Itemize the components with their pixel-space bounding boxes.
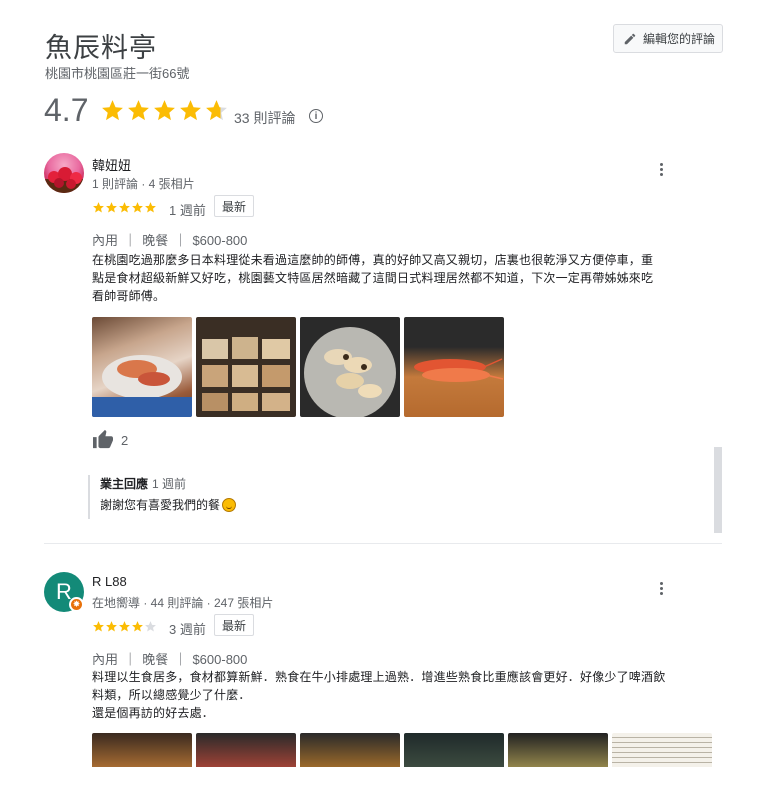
reviewer-meta: 在地嚮導 · 44 則評論 · 247 張相片 bbox=[92, 596, 274, 610]
star-icon bbox=[132, 202, 143, 213]
review-photo[interactable] bbox=[92, 317, 192, 417]
more-options-icon[interactable] bbox=[655, 580, 667, 598]
reviewer-name[interactable]: 韓妞妞 bbox=[92, 155, 131, 174]
review-time: 3 週前 bbox=[169, 622, 206, 637]
review-photo[interactable] bbox=[300, 733, 400, 767]
review-count[interactable]: 33 則評論 bbox=[234, 108, 295, 128]
review-photo[interactable] bbox=[508, 733, 608, 767]
review-text: 料理以生食居多，食材都算新鮮．熟食在牛小排處理上過熟．增進些熟食比重應該會更好．… bbox=[92, 670, 666, 720]
owner-response-body: 謝謝您有喜愛我們的餐 bbox=[100, 496, 237, 513]
avatar[interactable]: R ✸ bbox=[44, 572, 84, 612]
more-options-icon[interactable] bbox=[655, 161, 667, 179]
pencil-icon bbox=[624, 33, 636, 44]
dine-info: 內用 ｜ 晚餐 ｜ $600-800 bbox=[92, 233, 248, 248]
reviewer-meta: 1 則評論 · 4 張相片 bbox=[92, 177, 195, 191]
divider bbox=[44, 543, 722, 544]
review-card: R ✸ R L88 在地嚮導 · 44 則評論 · 247 張相片 3 週前 最… bbox=[44, 572, 724, 795]
review-photo[interactable] bbox=[196, 733, 296, 767]
edit-review-label: 編輯您的評論 bbox=[643, 32, 716, 46]
owner-response: 業主回應 1 週前 謝謝您有喜愛我們的餐 bbox=[88, 475, 237, 519]
star-icon bbox=[119, 202, 130, 213]
star-icon bbox=[154, 100, 175, 121]
review-stars bbox=[92, 620, 157, 633]
star-icon bbox=[102, 100, 123, 121]
info-icon[interactable]: i bbox=[309, 109, 323, 123]
star-icon bbox=[93, 621, 104, 632]
edit-review-button[interactable]: 編輯您的評論 bbox=[613, 24, 723, 53]
smile-emoji-icon bbox=[222, 497, 237, 512]
star-icon bbox=[93, 202, 104, 213]
reviewer-name[interactable]: R L88 bbox=[92, 574, 127, 589]
place-address: 桃園市桃園區莊一街66號 bbox=[45, 66, 190, 81]
star-icon bbox=[132, 621, 143, 632]
review-photos bbox=[92, 733, 716, 767]
scrollbar-thumb[interactable] bbox=[714, 447, 722, 533]
star-icon bbox=[106, 202, 117, 213]
avatar-flowers-image bbox=[44, 167, 84, 193]
new-badge: 最新 bbox=[214, 614, 255, 636]
review-photos bbox=[92, 317, 508, 417]
owner-response-text: 謝謝您有喜愛我們的餐 bbox=[100, 498, 221, 512]
star-icon bbox=[128, 100, 149, 121]
new-badge: 最新 bbox=[214, 195, 255, 217]
star-icon bbox=[145, 202, 156, 213]
like-count: 2 bbox=[121, 433, 129, 448]
local-guide-badge-icon: ✸ bbox=[69, 597, 84, 612]
owner-response-time: 1 週前 bbox=[152, 477, 187, 491]
review-photo[interactable] bbox=[300, 317, 400, 417]
review-photo[interactable] bbox=[92, 733, 192, 767]
star-icon bbox=[206, 100, 227, 121]
star-icon bbox=[180, 100, 201, 121]
avatar[interactable] bbox=[44, 153, 84, 193]
average-rating: 4.7 bbox=[44, 92, 89, 128]
review-text: 在桃園吃過那麼多日本料理從未看過這麼帥的師傅，真的好帥又高又親切，店裏也很乾淨又… bbox=[92, 253, 654, 303]
star-icon bbox=[145, 621, 156, 632]
review-time: 1 週前 bbox=[169, 203, 206, 218]
average-stars bbox=[100, 98, 230, 123]
star-icon bbox=[106, 621, 117, 632]
review-stars bbox=[92, 201, 157, 214]
owner-response-title: 業主回應 bbox=[100, 477, 149, 491]
review-photo[interactable] bbox=[612, 733, 712, 767]
review-photo[interactable] bbox=[404, 317, 504, 417]
dine-info: 內用 ｜ 晚餐 ｜ $600-800 bbox=[92, 652, 248, 667]
review-photo[interactable] bbox=[404, 733, 504, 767]
place-title: 魚辰料亭 bbox=[45, 33, 157, 64]
thumbs-up-icon[interactable] bbox=[92, 429, 114, 449]
owner-response-heading: 業主回應 1 週前 bbox=[100, 475, 236, 492]
review-photo[interactable] bbox=[196, 317, 296, 417]
star-icon bbox=[119, 621, 130, 632]
